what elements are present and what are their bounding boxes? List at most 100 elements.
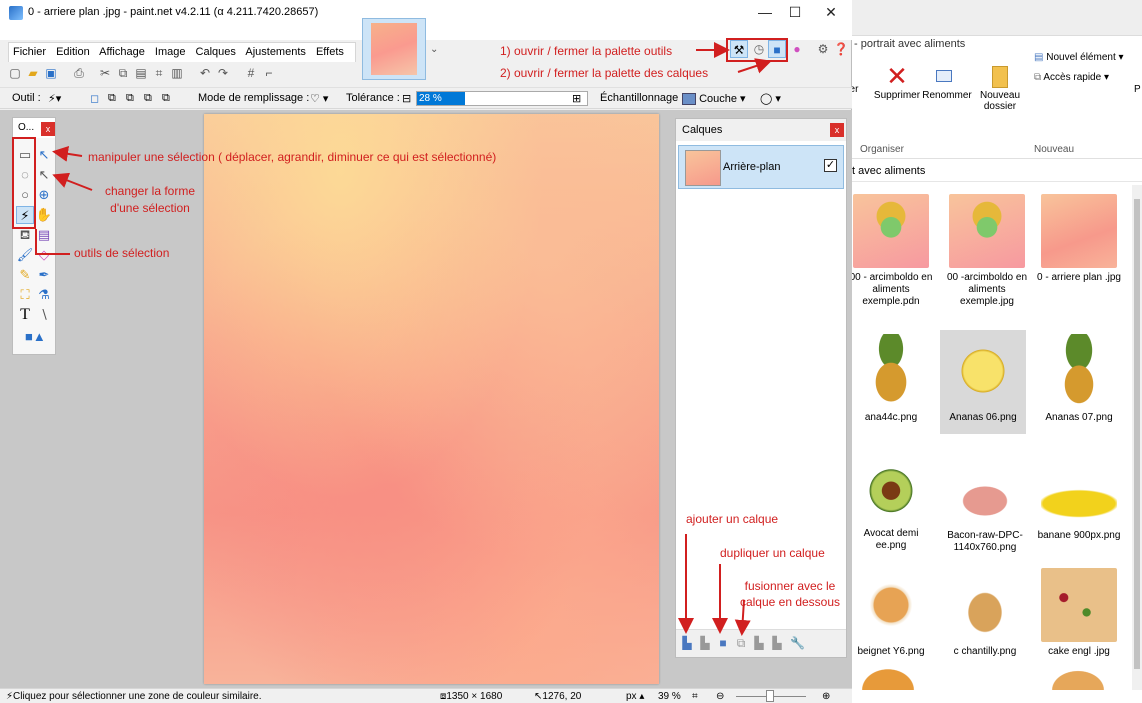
file-item[interactable]: c chantilly.png [942,568,1028,658]
pencil-tool-icon[interactable]: ✎ [16,266,34,284]
zoom-slider-thumb[interactable] [766,690,774,702]
sampling-dropdown[interactable]: Couche ▾ [682,92,746,106]
selection-mode-union-icon[interactable]: ⧉ [108,92,116,105]
menu-edition[interactable]: Edition [56,46,90,58]
move-layer-down-icon[interactable]: ▙ [770,636,784,650]
copy-icon[interactable]: ⧉ [116,66,130,80]
rename-button[interactable]: Renommer [922,62,972,101]
pan-tool-icon[interactable]: ✋ [35,206,53,224]
address-bar[interactable]: t avec aliments [848,162,1142,182]
sampling-label: Échantillonnage : [600,92,685,104]
new-item-button[interactable]: ▤ Nouvel élément ▾ [1034,52,1124,63]
menu-effets[interactable]: Effets [316,46,344,58]
help-button[interactable]: ❓ [832,40,850,58]
zoom-in-icon[interactable]: ⊕ [822,691,830,702]
grid-icon[interactable]: # [244,66,258,80]
paintbrush-tool-icon[interactable]: 🖌 [16,246,34,264]
zoom-tool-icon[interactable]: ⊕ [35,186,53,204]
antialias-icon[interactable]: ⊞ [572,92,581,105]
menu-affichage[interactable]: Affichage [99,46,145,58]
menu-ajustements[interactable]: Ajustements [245,46,306,58]
zoom-to-window-icon[interactable]: ⌗ [692,691,698,702]
magic-wand-tool-dropdown[interactable]: ⚡▾ [48,92,61,105]
color-picker-tool-icon[interactable]: ✒ [35,266,53,284]
ribbon-edge-label[interactable]: P [1134,84,1141,95]
units-dropdown[interactable]: px ▴ [626,691,644,702]
print-icon[interactable]: ⎙ [72,66,86,80]
tools-palette-close-button[interactable]: x [41,122,55,136]
save-icon[interactable]: ▣ [44,66,58,80]
flood-mode-icon[interactable]: ⊟ [402,92,411,105]
deselect-icon[interactable]: ▥ [170,66,184,80]
new-folder-button[interactable]: Nouveau dossier [972,62,1028,112]
layer-properties-wrench-icon[interactable]: 🔧 [790,636,805,650]
selection-mode-xor-icon[interactable]: ⧉ [162,92,170,105]
partial-row-thumbnail [858,666,918,690]
file-item[interactable]: 00 -arcimboldo en aliments exemple.jpg [944,194,1030,308]
layer-row-background[interactable]: Arrière-plan ✓ [678,145,844,189]
eraser-tool-icon[interactable]: ◇ [35,246,53,264]
text-tool-icon[interactable]: T [16,306,34,324]
recolor-tool-icon[interactable]: ⚗ [35,286,53,304]
clone-stamp-tool-icon[interactable]: ⛶ [16,286,34,304]
fill-mode-dropdown[interactable]: ♡ ▾ [310,92,328,105]
delete-button[interactable]: ✕ Supprimer [872,62,922,101]
quick-access-button[interactable]: ⧉ Accès rapide ▾ [1034,72,1109,83]
duplicate-layer-icon[interactable]: ■ [716,636,730,650]
image-tab-thumbnail [371,23,417,75]
move-selected-pixels-tool-icon[interactable]: ↖ [35,146,53,164]
file-item[interactable]: cake engl .jpg [1036,568,1122,658]
crop-icon[interactable]: ⌗ [152,66,166,80]
file-item-selected[interactable]: Ananas 06.png [940,330,1026,434]
file-item[interactable]: 0 - arriere plan .jpg [1036,194,1122,284]
add-layer-icon[interactable]: ▙ [680,636,694,650]
menu-calques[interactable]: Calques [196,46,236,58]
file-item[interactable]: Bacon-raw-DPC-1140x760.png [942,476,1028,554]
line-curve-tool-icon[interactable]: ∖ [35,306,53,324]
settings-button[interactable]: ⚙ [814,40,832,58]
ruler-icon[interactable]: ⌐ [262,66,276,80]
file-item[interactable]: Ananas 07.png [1036,334,1122,424]
undo-icon[interactable]: ↶ [198,66,212,80]
file-item[interactable]: beignet Y6.png [848,568,934,658]
menu-fichier[interactable]: Fichier [13,46,46,58]
cut-icon[interactable]: ✂ [98,66,112,80]
image-canvas[interactable] [204,114,659,684]
tolerance-slider[interactable]: 28 % [416,91,588,106]
selection-mode-exclude-icon[interactable]: ⧉ [126,92,134,105]
file-item[interactable]: Avocat demi ee.png [848,450,934,552]
delete-layer-icon[interactable]: ▙ [698,636,712,650]
tabs-dropdown-icon[interactable]: ⌄ [430,44,438,55]
magic-wand-status-icon: ⚡ [6,691,14,702]
move-selection-tool-icon[interactable]: ↖ [35,166,53,184]
file-item[interactable]: ana44c.png [848,334,934,424]
blend-dropdown[interactable]: ◯ ▾ [760,92,781,105]
annotation-toggle-layers: 2) ouvrir / fermer la palette des calque… [500,66,709,80]
annotation-move-selection: manipuler une sélection ( déplacer, agra… [88,150,497,164]
layer-name: Arrière-plan [723,161,781,173]
image-tab[interactable] [362,18,426,80]
explorer-scrollbar[interactable] [1132,185,1142,690]
minimize-button[interactable]: — [750,4,780,20]
maximize-button[interactable]: ☐ [780,4,810,21]
toggle-colors-palette-button[interactable]: ● [788,40,806,58]
selection-mode-intersect-icon[interactable]: ⧉ [144,92,152,105]
file-item[interactable]: 00 - arcimboldo en aliments exemple.pdn [848,194,934,308]
zoom-out-icon[interactable]: ⊖ [716,691,724,702]
selection-mode-replace-icon[interactable]: ◻ [90,92,99,105]
paste-icon[interactable]: ▤ [134,66,148,80]
gradient-tool-icon[interactable]: ▤ [35,226,53,244]
layers-palette-close-button[interactable]: x [830,123,844,137]
menu-image[interactable]: Image [155,46,186,58]
shapes-tool-icon[interactable]: ■▲ [25,328,46,346]
zoom-readout[interactable]: 39 % [658,691,681,702]
close-button[interactable]: ✕ [816,4,846,21]
merge-layer-down-icon[interactable]: ⧉ [734,636,748,650]
move-layer-up-icon[interactable]: ▙ [752,636,766,650]
open-icon[interactable]: ▰ [26,66,40,80]
redo-icon[interactable]: ↷ [216,66,230,80]
file-item[interactable]: banane 900px.png [1036,470,1122,542]
layer-visibility-checkbox[interactable]: ✓ [824,159,837,172]
new-icon[interactable]: ▢ [8,66,22,80]
scrollbar-thumb[interactable] [1134,199,1140,669]
